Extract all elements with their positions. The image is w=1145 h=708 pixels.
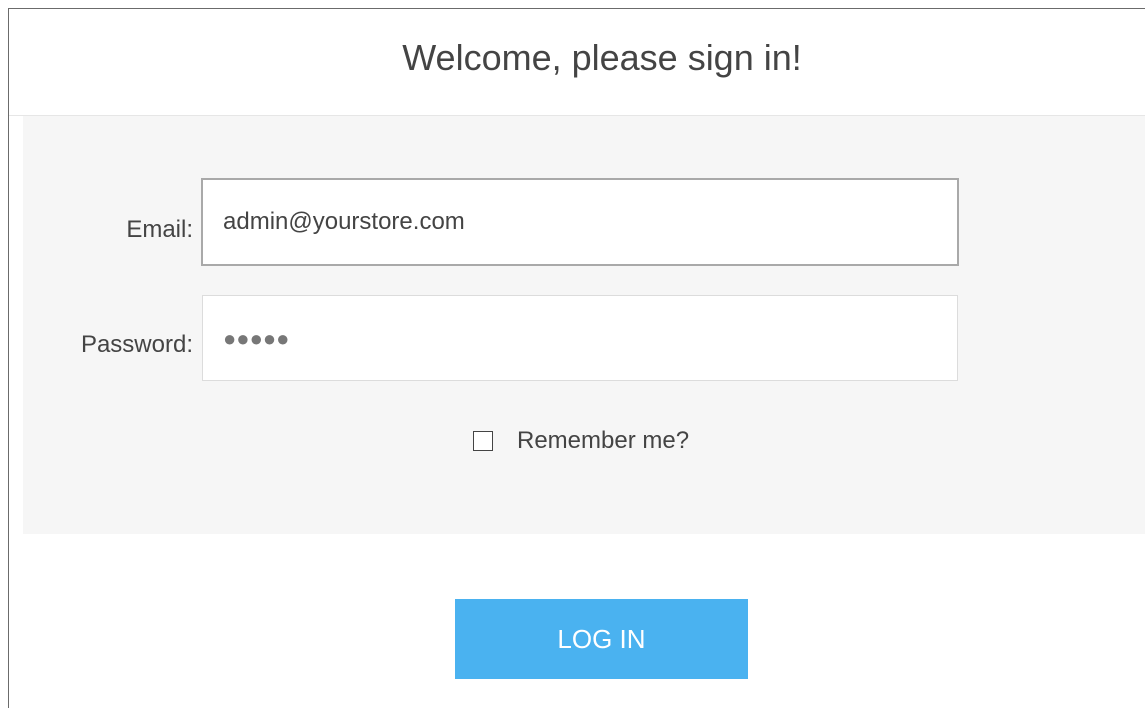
page-title: Welcome, please sign in!	[402, 37, 802, 78]
login-form-panel: Email: Password: ●●●●● Remember me?	[23, 116, 1145, 534]
login-page: Welcome, please sign in! Email: Password…	[8, 8, 1145, 708]
email-label: Email:	[126, 216, 193, 243]
password-input[interactable]: ●●●●●	[202, 295, 958, 381]
email-input[interactable]	[201, 178, 959, 266]
password-mask: ●●●●●	[223, 326, 290, 351]
title-bar: Welcome, please sign in!	[9, 9, 1145, 116]
password-label: Password:	[80, 331, 193, 358]
checkbox-unchecked-icon[interactable]	[473, 431, 493, 451]
login-button[interactable]: LOG IN	[455, 599, 748, 679]
remember-me-toggle[interactable]: Remember me?	[473, 426, 689, 456]
remember-me-label: Remember me?	[517, 427, 690, 454]
